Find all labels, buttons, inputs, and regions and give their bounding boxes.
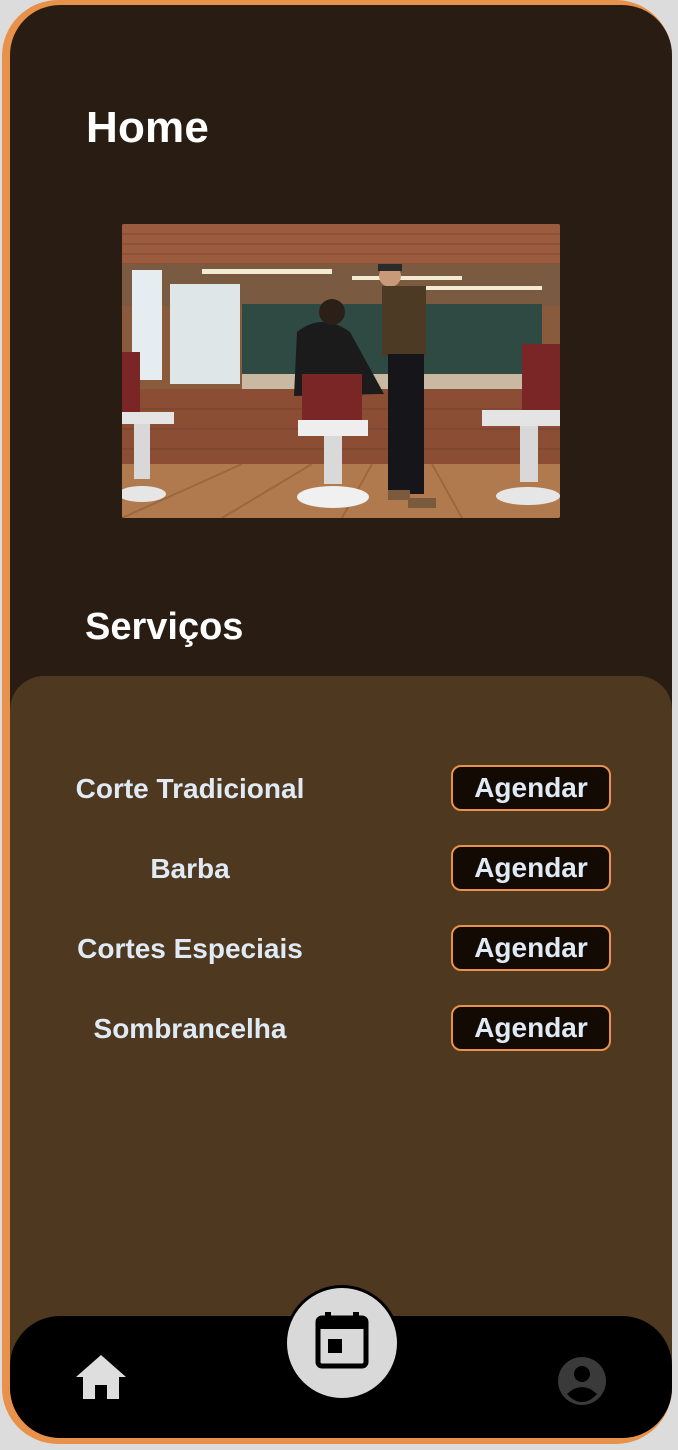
home-icon bbox=[76, 1355, 126, 1399]
page-title: Home bbox=[86, 103, 210, 152]
service-name: Corte Tradicional bbox=[75, 773, 305, 804]
barbershop-illustration bbox=[122, 224, 560, 518]
schedule-button[interactable]: Agendar bbox=[451, 1005, 611, 1051]
app-screen: Home Serviços Corte Tradicional Agendar … bbox=[10, 5, 672, 1438]
service-name: Sombrancelha bbox=[93, 1013, 287, 1044]
schedule-button[interactable]: Agendar bbox=[451, 925, 611, 971]
service-row: Barba Agendar bbox=[10, 845, 672, 891]
calendar-icon bbox=[315, 1312, 369, 1369]
services-panel: Corte Tradicional Agendar Barba Agendar … bbox=[10, 676, 672, 1376]
schedule-button[interactable]: Agendar bbox=[451, 765, 611, 811]
service-row: Cortes Especiais Agendar bbox=[10, 925, 672, 971]
service-name: Barba bbox=[150, 853, 230, 884]
services-title: Serviços bbox=[85, 606, 244, 648]
account-circle-icon bbox=[558, 1357, 606, 1405]
calendar-button[interactable] bbox=[284, 1285, 400, 1401]
device-frame: Home Serviços Corte Tradicional Agendar … bbox=[2, 0, 672, 1444]
schedule-button[interactable]: Agendar bbox=[451, 845, 611, 891]
service-row: Corte Tradicional Agendar bbox=[10, 765, 672, 811]
service-row: Sombrancelha Agendar bbox=[10, 1005, 672, 1051]
nav-home-button[interactable] bbox=[72, 1351, 130, 1403]
nav-profile-button[interactable] bbox=[556, 1355, 608, 1407]
service-name: Cortes Especiais bbox=[77, 933, 303, 964]
barbershop-photo bbox=[122, 224, 560, 518]
